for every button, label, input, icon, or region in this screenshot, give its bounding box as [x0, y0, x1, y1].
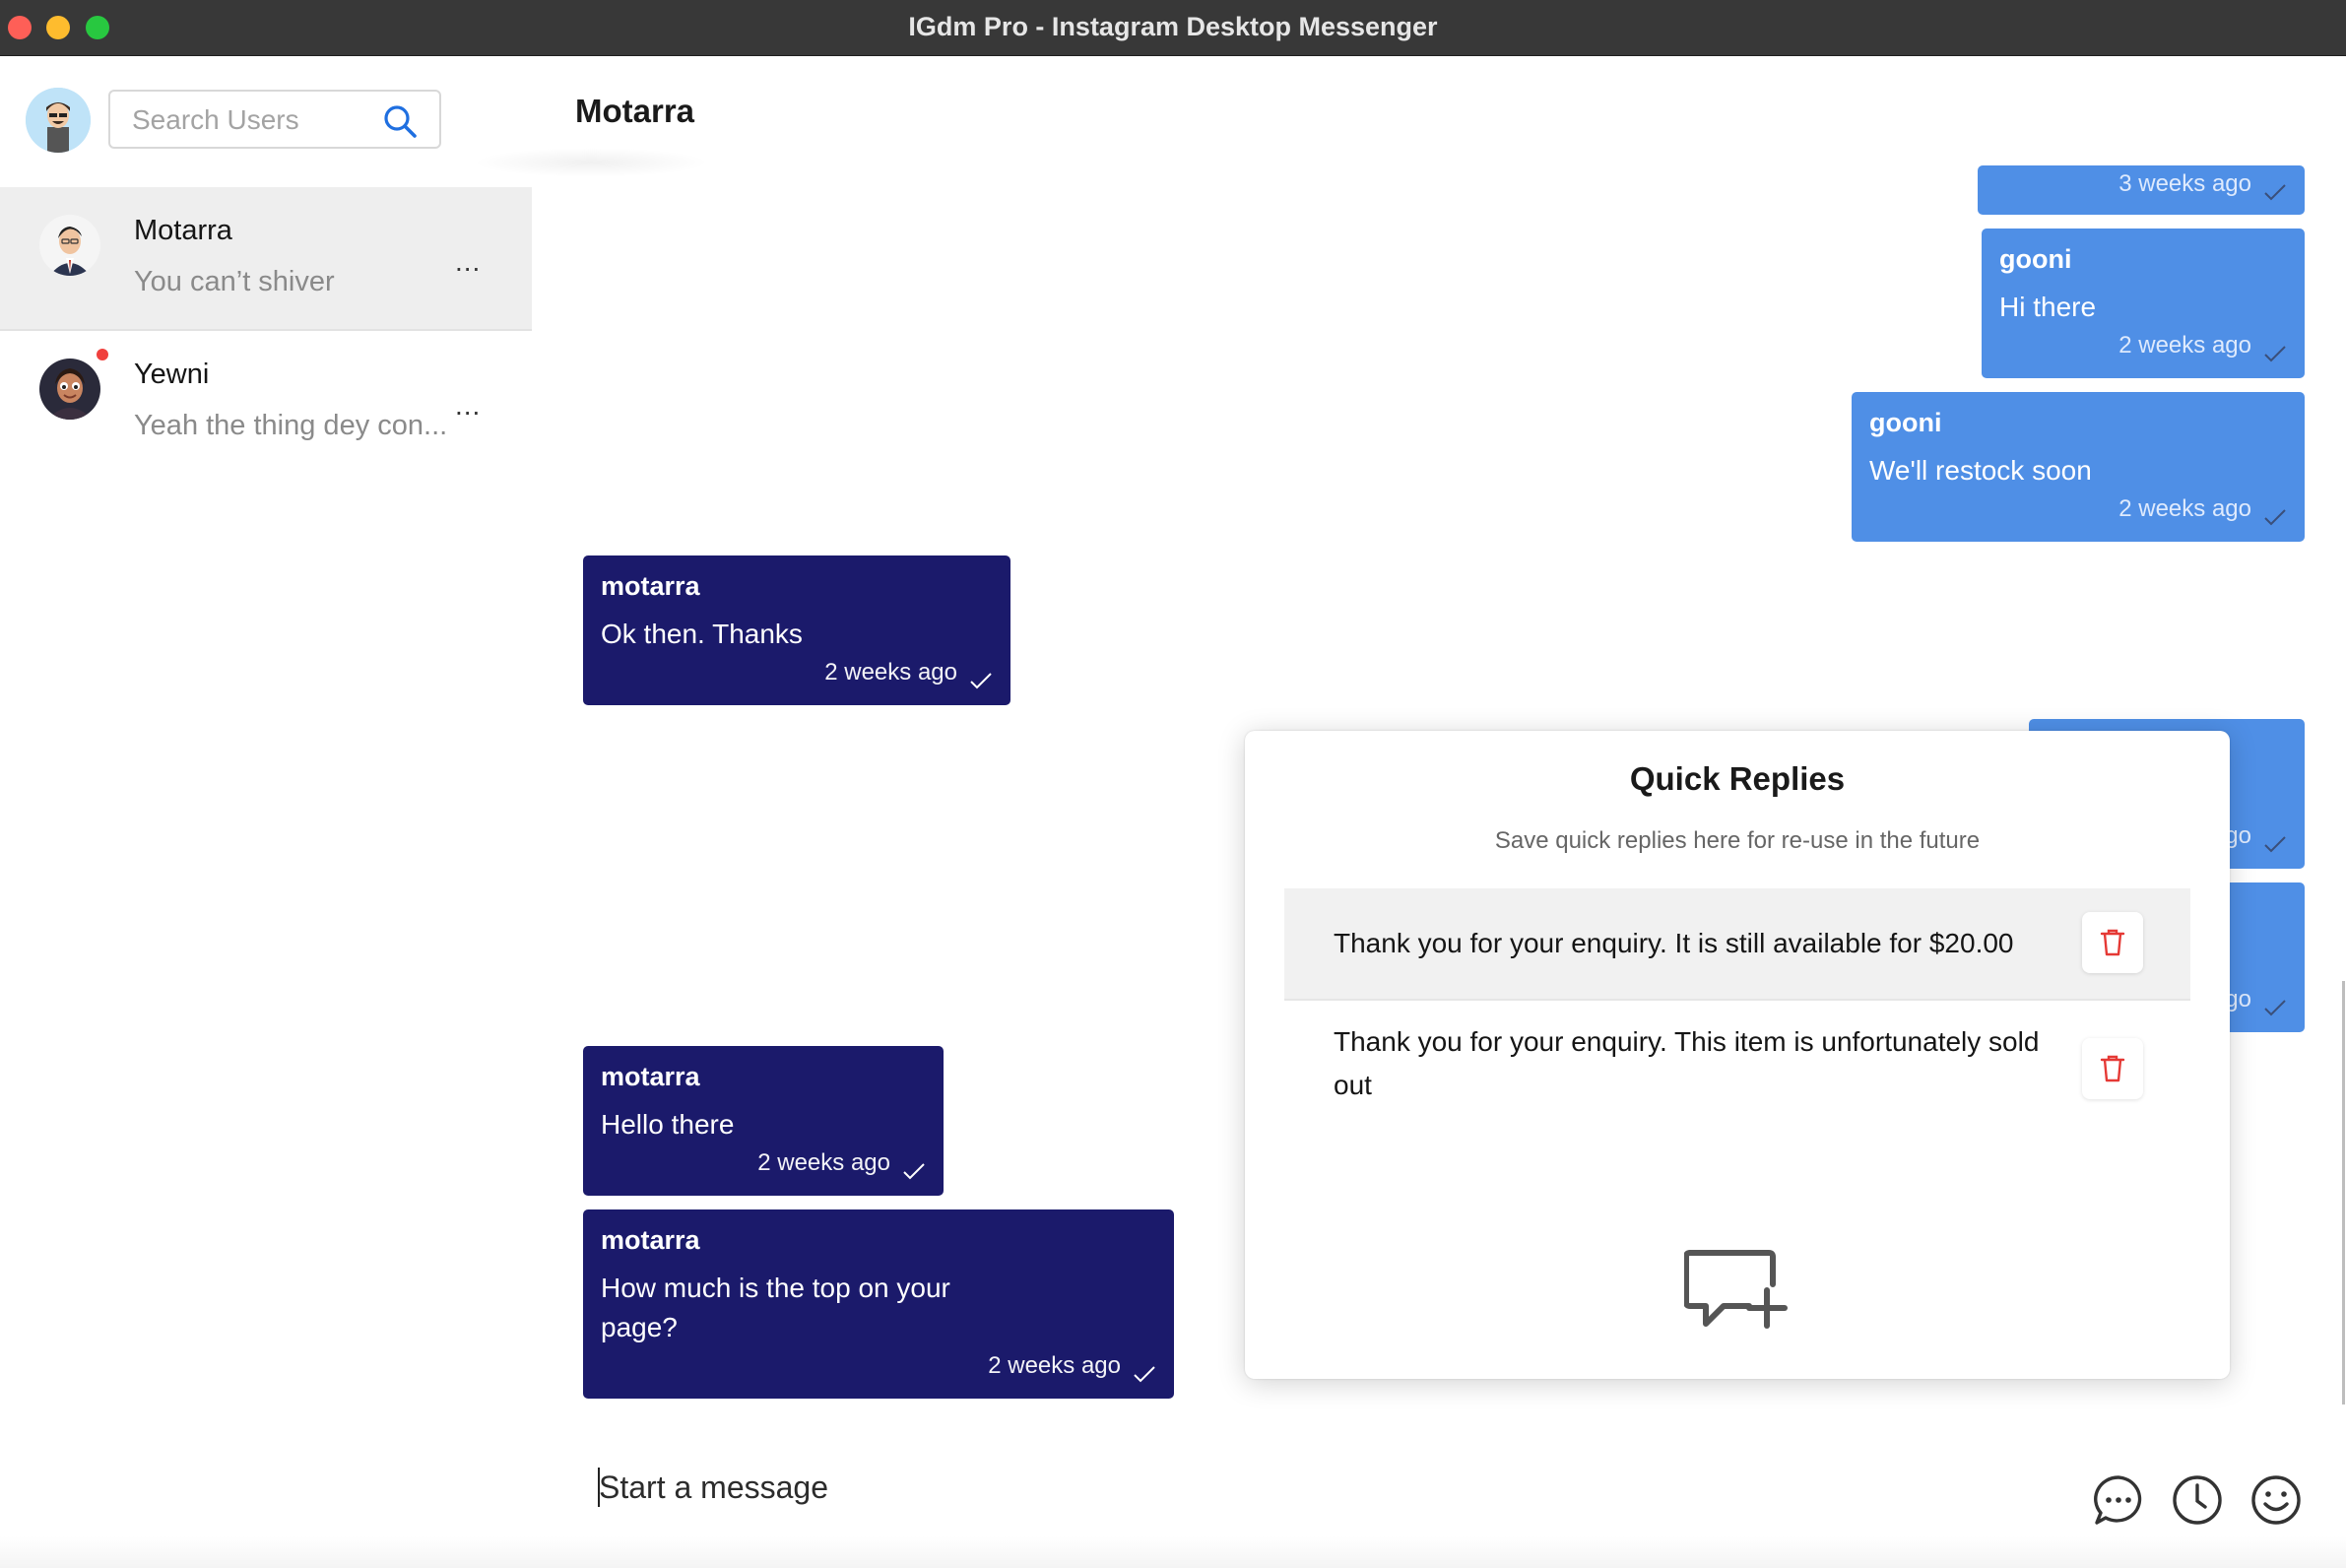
quick-replies-subtitle: Save quick replies here for re-use in th… [1494, 827, 1981, 854]
message-bubble-outgoing[interactable]: gooni Hi there 2 weeks ago [1982, 229, 2305, 378]
message-bubble-outgoing[interactable]: gooni We'll restock soon 2 weeks ago [1852, 392, 2305, 542]
message-time: 2 weeks ago [2118, 495, 2251, 522]
sent-check-icon [1134, 1366, 1155, 1383]
message-time: 3 weeks ago [2118, 170, 2251, 197]
message-text: Hi there [1999, 292, 2097, 322]
title-bar: IGdm Pro - Instagram Desktop Messenger [0, 0, 2346, 56]
conversation-avatar [39, 359, 100, 420]
conversation-item[interactable]: Yewni Yeah the thing dey con... ... [0, 331, 532, 473]
cartoon-man-avatar-icon [39, 215, 100, 276]
conversation-more-button[interactable]: ... [455, 246, 481, 278]
unread-indicator [97, 349, 108, 360]
message-time: 2 weeks ago [757, 1149, 890, 1176]
cartoon-boy-avatar-icon [39, 359, 100, 420]
message-bubble-incoming[interactable]: motarra Hello there 2 weeks ago [583, 1046, 944, 1196]
trash-icon [2100, 1055, 2125, 1082]
trash-icon [2100, 929, 2125, 956]
chat-bubble-dots-icon[interactable] [2092, 1473, 2145, 1527]
quick-reply-text: Thank you for your enquiry. This item is… [1334, 1026, 2040, 1100]
user-avatar[interactable] [26, 88, 91, 153]
sent-check-icon [903, 1163, 925, 1180]
search-input[interactable] [130, 92, 380, 149]
sent-check-icon [2264, 509, 2286, 526]
message-text: Hello there [601, 1109, 735, 1140]
window-title: IGdm Pro - Instagram Desktop Messenger [908, 12, 1438, 41]
conversation-avatar [39, 215, 100, 276]
quick-replies-panel: Quick Replies Save quick replies here fo… [1245, 731, 2230, 1379]
conversation-name: Motarra [134, 215, 232, 246]
conversation-name: Yewni [134, 359, 210, 390]
conversation-more-button[interactable]: ... [455, 390, 481, 422]
conversation-item[interactable]: Motarra You can’t shiver ... [0, 187, 532, 331]
message-sender: motarra [601, 1225, 700, 1255]
sent-check-icon [2264, 836, 2286, 853]
message-sender: gooni [1869, 408, 1942, 437]
message-text: How much is the top on your page? [601, 1273, 950, 1342]
message-text: We'll restock soon [1869, 455, 2092, 486]
search-icon[interactable] [382, 103, 418, 139]
message-sender: gooni [1999, 244, 2072, 274]
quick-reply-item[interactable]: Thank you for your enquiry. This item is… [1284, 1001, 2190, 1139]
message-text: Ok then. Thanks [601, 619, 803, 649]
conversation-preview: Yeah the thing dey con... [134, 410, 448, 441]
message-sender: motarra [601, 1062, 700, 1091]
message-time: 2 weeks ago [988, 1352, 1121, 1379]
message-bubble-incoming[interactable]: motarra How much is the top on your page… [583, 1209, 1174, 1399]
conversation-preview: You can’t shiver [134, 266, 335, 297]
sent-check-icon [2264, 1000, 2286, 1016]
quick-replies-title: Quick Replies [1629, 760, 1846, 797]
clock-icon[interactable] [2171, 1473, 2224, 1527]
message-time: 2 weeks ago [2118, 332, 2251, 359]
message-sender: motarra [601, 571, 700, 601]
message-bubble-outgoing[interactable]: 3 weeks ago [1978, 165, 2305, 215]
sent-check-icon [970, 673, 992, 689]
delete-quick-reply-button[interactable] [2082, 912, 2143, 973]
message-bubble-incoming[interactable]: motarra Ok then. Thanks 2 weeks ago [583, 555, 1010, 705]
message-time: 2 weeks ago [824, 659, 957, 686]
add-comment-icon[interactable] [1684, 1247, 1789, 1332]
message-input[interactable] [597, 1462, 2039, 1513]
header-shadow [473, 148, 709, 177]
bottom-edge [0, 1536, 2346, 1568]
quick-reply-item[interactable]: Thank you for your enquiry. It is still … [1284, 888, 2190, 999]
sent-check-icon [2264, 184, 2286, 201]
sent-check-icon [2264, 346, 2286, 362]
chat-title: Motarra [575, 93, 695, 129]
quick-reply-text: Thank you for your enquiry. It is still … [1334, 928, 2014, 958]
text-caret [598, 1468, 600, 1507]
user-avatar-icon [26, 88, 91, 153]
search-box[interactable] [108, 90, 441, 149]
smiley-icon[interactable] [2249, 1473, 2303, 1527]
scrollbar[interactable] [2342, 981, 2345, 1405]
delete-quick-reply-button[interactable] [2082, 1038, 2143, 1099]
